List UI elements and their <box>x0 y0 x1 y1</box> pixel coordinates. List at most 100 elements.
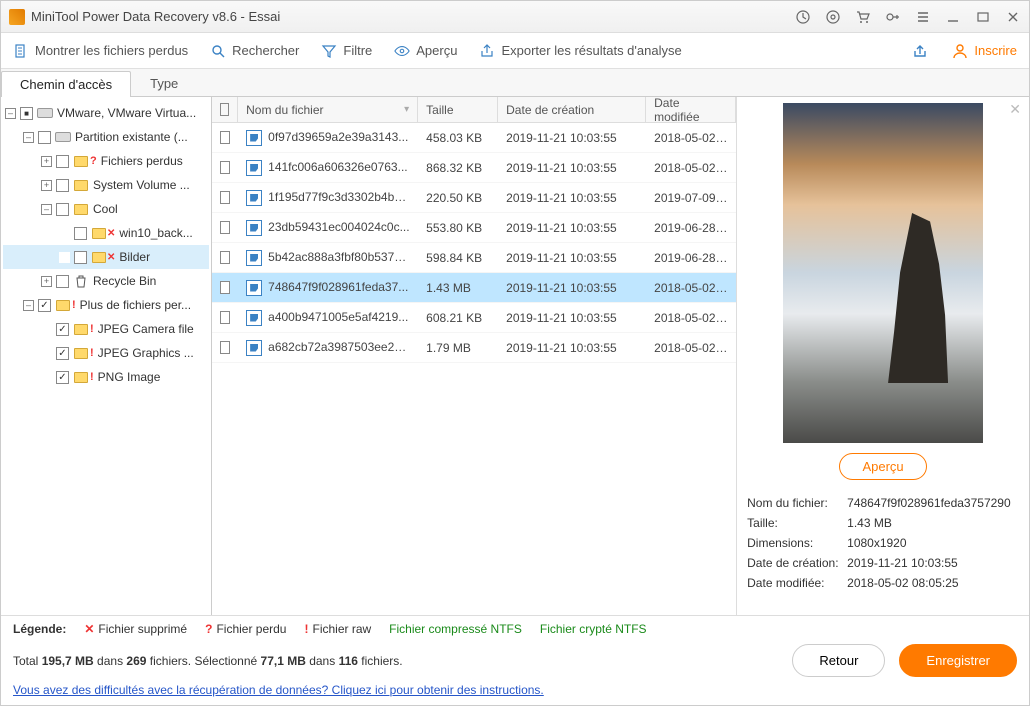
file-size: 220.50 KB <box>418 191 498 205</box>
tree-node[interactable]: –Cool <box>3 197 209 221</box>
file-row[interactable]: a682cb72a3987503ee22...1.79 MB2019-11-21… <box>212 333 736 363</box>
file-row[interactable]: 748647f9f028961feda37...1.43 MB2019-11-2… <box>212 273 736 303</box>
tree-toggle-icon[interactable]: + <box>41 276 52 287</box>
tree-toggle-icon[interactable]: – <box>23 300 34 311</box>
tree-checkbox[interactable] <box>56 155 69 168</box>
header-name[interactable]: Nom du fichier▾ <box>238 97 418 122</box>
tree-node-label: Recycle Bin <box>93 274 156 288</box>
file-row[interactable]: 1f195d77f9c3d3302b4b9...220.50 KB2019-11… <box>212 183 736 213</box>
subscribe-label: Inscrire <box>974 43 1017 58</box>
file-row[interactable]: 23db59431ec004024c0c...553.80 KB2019-11-… <box>212 213 736 243</box>
legend-deleted: Fichier supprimé <box>98 622 187 636</box>
tree-node[interactable]: –VMware, VMware Virtua... <box>3 101 209 125</box>
header-size[interactable]: Taille <box>418 97 498 122</box>
meta-created-value: 2019-11-21 10:03:55 <box>847 556 1019 570</box>
file-list-header: Nom du fichier▾ Taille Date de création … <box>212 97 736 123</box>
tree-node[interactable]: !JPEG Camera file <box>3 317 209 341</box>
tab-path[interactable]: Chemin d'accès <box>1 71 131 97</box>
header-checkbox[interactable] <box>212 97 238 122</box>
tree-badge-icon: ! <box>90 323 94 335</box>
tree-node[interactable]: + Recycle Bin <box>3 269 209 293</box>
tree-toggle-icon[interactable]: + <box>41 180 52 191</box>
toolbar-show-lost-label: Montrer les fichiers perdus <box>35 43 188 58</box>
key-icon[interactable] <box>885 9 901 25</box>
minimize-button[interactable] <box>945 9 961 25</box>
back-button[interactable]: Retour <box>792 644 885 677</box>
row-checkbox[interactable] <box>220 251 230 264</box>
row-checkbox[interactable] <box>220 311 230 324</box>
tree-checkbox[interactable] <box>56 323 69 336</box>
tree-node-label: Fichiers perdus <box>101 154 183 168</box>
tree-node[interactable]: +?Fichiers perdus <box>3 149 209 173</box>
tree-checkbox[interactable] <box>38 299 51 312</box>
file-row[interactable]: a400b9471005e5af4219...608.21 KB2019-11-… <box>212 303 736 333</box>
tree-checkbox[interactable] <box>56 347 69 360</box>
save-button[interactable]: Enregistrer <box>899 644 1017 677</box>
file-created: 2019-11-21 10:03:55 <box>498 191 646 205</box>
show-lost-files-button[interactable]: Montrer les fichiers perdus <box>13 43 188 59</box>
tree-node[interactable]: –Partition existante (... <box>3 125 209 149</box>
row-checkbox[interactable] <box>220 221 230 234</box>
file-list: Nom du fichier▾ Taille Date de création … <box>212 97 736 615</box>
maximize-button[interactable] <box>975 9 991 25</box>
tree-checkbox[interactable] <box>56 275 69 288</box>
file-modified: 2019-06-28 ... <box>646 251 736 265</box>
help-link-row: Vous avez des difficultés avec la récupé… <box>1 683 1029 705</box>
tree-node[interactable]: –!Plus de fichiers per... <box>3 293 209 317</box>
tree-toggle-icon <box>59 228 70 239</box>
file-row[interactable]: 0f97d39659a2e39a3143...458.03 KB2019-11-… <box>212 123 736 153</box>
tree-toggle-icon[interactable]: – <box>41 204 52 215</box>
close-preview-icon[interactable]: ✕ <box>1009 101 1021 118</box>
row-checkbox[interactable] <box>220 191 230 204</box>
tree-checkbox[interactable] <box>74 227 87 240</box>
menu-icon[interactable] <box>915 9 931 25</box>
sort-desc-icon: ▾ <box>404 104 409 115</box>
file-name: 141fc006a606326e0763... <box>268 160 407 174</box>
close-button[interactable] <box>1005 9 1021 25</box>
support-icon[interactable] <box>825 9 841 25</box>
tree-toggle-icon[interactable]: – <box>23 132 34 143</box>
legend-raw: Fichier raw <box>312 622 371 636</box>
file-type-icon <box>246 220 262 236</box>
tab-type[interactable]: Type <box>131 70 197 96</box>
preview-button[interactable]: Aperçu <box>839 453 926 480</box>
tree-node[interactable]: !PNG Image <box>3 365 209 389</box>
row-checkbox[interactable] <box>220 281 230 294</box>
tree-node[interactable]: !JPEG Graphics ... <box>3 341 209 365</box>
header-modified[interactable]: Date modifiée <box>646 97 736 122</box>
tree-checkbox[interactable] <box>38 131 51 144</box>
file-created: 2019-11-21 10:03:55 <box>498 221 646 235</box>
tree-node[interactable]: ✕Bilder <box>3 245 209 269</box>
legend-ntfs-encrypted: Fichier crypté NTFS <box>540 622 647 636</box>
preview-toggle-button[interactable]: Aperçu <box>394 43 457 59</box>
tree-checkbox[interactable] <box>56 203 69 216</box>
folder-tree[interactable]: –VMware, VMware Virtua...–Partition exis… <box>1 97 212 615</box>
tree-node[interactable]: +System Volume ... <box>3 173 209 197</box>
tree-checkbox[interactable] <box>20 107 33 120</box>
row-checkbox[interactable] <box>220 131 230 144</box>
file-row[interactable]: 141fc006a606326e0763...868.32 KB2019-11-… <box>212 153 736 183</box>
tree-node[interactable]: ✕win10_back... <box>3 221 209 245</box>
tree-checkbox[interactable] <box>74 251 87 264</box>
share-icon[interactable] <box>912 43 930 59</box>
tree-node-label: win10_back... <box>119 226 192 240</box>
file-modified: 2018-05-02 ... <box>646 131 736 145</box>
header-created[interactable]: Date de création <box>498 97 646 122</box>
row-checkbox[interactable] <box>220 161 230 174</box>
filter-button[interactable]: Filtre <box>321 43 372 59</box>
tree-checkbox[interactable] <box>56 179 69 192</box>
tree-node-label: JPEG Graphics ... <box>98 346 194 360</box>
tree-checkbox[interactable] <box>56 371 69 384</box>
file-size: 598.84 KB <box>418 251 498 265</box>
row-checkbox[interactable] <box>220 341 230 354</box>
cart-icon[interactable] <box>855 9 871 25</box>
tree-toggle-icon[interactable]: – <box>5 108 16 119</box>
export-results-button[interactable]: Exporter les résultats d'analyse <box>479 43 681 59</box>
subscribe-button[interactable]: Inscrire <box>952 43 1017 59</box>
file-row[interactable]: 5b42ac888a3fbf80b537e...598.84 KB2019-11… <box>212 243 736 273</box>
disk-icon <box>55 130 71 144</box>
history-icon[interactable] <box>795 9 811 25</box>
help-link[interactable]: Vous avez des difficultés avec la récupé… <box>13 683 544 697</box>
tree-toggle-icon[interactable]: + <box>41 156 52 167</box>
search-button[interactable]: Rechercher <box>210 43 299 59</box>
